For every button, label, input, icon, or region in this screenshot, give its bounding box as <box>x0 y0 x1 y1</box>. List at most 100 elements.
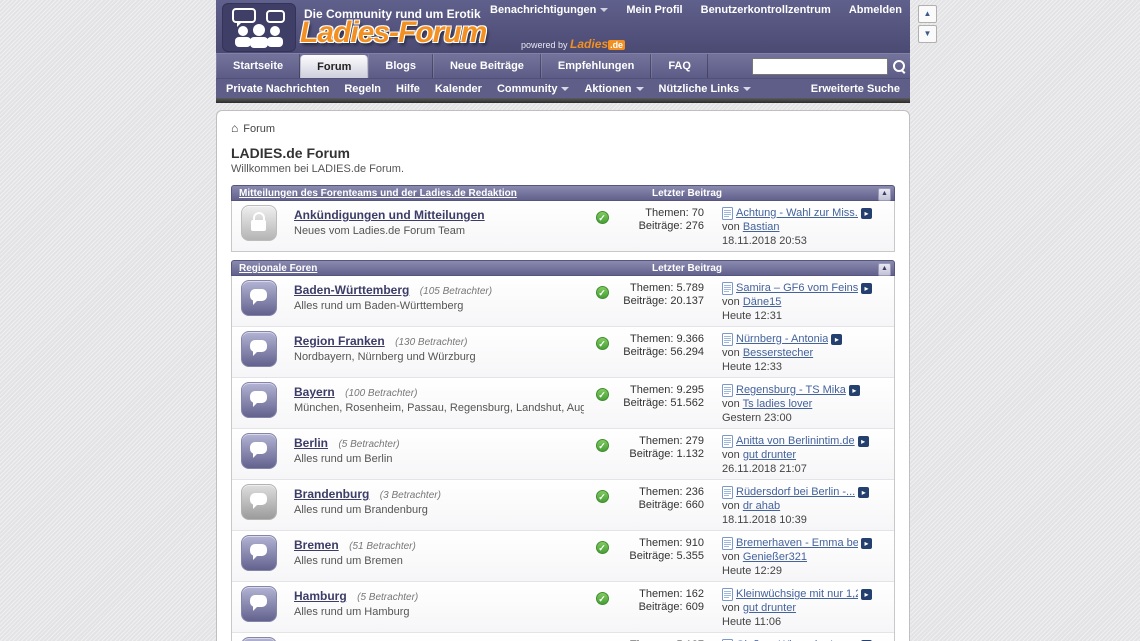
goto-last-post-icon[interactable]: ▸ <box>861 283 872 294</box>
forum-stats: Themen: 5.127 Beiträge: 29.263 <box>616 636 704 641</box>
forum-status-cell: ✓ <box>588 279 616 323</box>
tab-neue-beitraege[interactable]: Neue Beiträge <box>433 54 541 78</box>
collapse-icon[interactable]: ▲ <box>878 263 891 276</box>
nav-nuetzliche-links-menu[interactable]: Nützliche Links <box>659 83 752 95</box>
forum-title-link[interactable]: Bayern <box>294 385 335 399</box>
forum-row: Brandenburg (3 Betrachter) Alles rund um… <box>232 479 894 530</box>
tab-forum[interactable]: Forum <box>300 55 368 78</box>
last-post-user-link[interactable]: dr ahab <box>743 500 780 512</box>
collapse-icon[interactable]: ▲ <box>878 188 891 201</box>
nav-kalender[interactable]: Kalender <box>435 83 482 95</box>
forum-status-icon <box>241 205 277 241</box>
new-posts-check-icon: ✓ <box>596 286 609 299</box>
scroll-top-button[interactable]: ▲ <box>918 5 937 23</box>
forum-status-cell: ✓ <box>588 432 616 476</box>
last-post-by-label: von <box>722 449 740 461</box>
goto-last-post-icon[interactable]: ▸ <box>858 487 869 498</box>
beitraege-count: Beiträge: 51.562 <box>616 397 704 410</box>
nav-private-nachrichten[interactable]: Private Nachrichten <box>226 83 329 95</box>
forum-main-cell: Berlin (5 Betrachter) Alles rund um Berl… <box>288 432 588 476</box>
powered-by: powered by Ladies.de <box>521 37 625 51</box>
last-post-user-link[interactable]: gut drunter <box>743 449 796 461</box>
my-profile-link[interactable]: Mein Profil <box>626 4 682 16</box>
home-icon[interactable]: ⌂ <box>231 121 238 135</box>
advanced-search-link[interactable]: Erweiterte Suche <box>811 83 900 95</box>
last-post-user-link[interactable]: Ts ladies lover <box>743 398 813 410</box>
last-post-title-link[interactable]: Bremerhaven - Emma bei den... <box>736 536 858 550</box>
new-posts-check-icon: ✓ <box>596 592 609 605</box>
tab-startseite[interactable]: Startseite <box>216 54 300 78</box>
forum-row: Baden-Württemberg (105 Betrachter) Alles… <box>232 276 894 326</box>
forum-description: Alles rund um Berlin <box>294 453 584 465</box>
last-post-title-link[interactable]: Kleinwüchsige mit nur 1,20m... <box>736 587 858 601</box>
post-page-icon[interactable] <box>722 207 733 220</box>
forum-title-link[interactable]: Berlin <box>294 436 328 450</box>
last-post-user-link[interactable]: Besserstecher <box>743 347 813 359</box>
last-post-user-link[interactable]: Genießer321 <box>743 551 807 563</box>
last-post-time: Heute 11:06 <box>722 615 890 629</box>
nav-community-menu[interactable]: Community <box>497 83 570 95</box>
post-page-icon[interactable] <box>722 537 733 550</box>
user-cp-link[interactable]: Benutzerkontrollzentrum <box>701 4 831 16</box>
forum-status-icon <box>241 280 277 316</box>
last-post-title-link[interactable]: Regensburg - TS Mika <box>736 383 846 397</box>
nav-aktionen-menu[interactable]: Aktionen <box>584 83 643 95</box>
goto-last-post-icon[interactable]: ▸ <box>849 385 860 396</box>
post-page-icon[interactable] <box>722 282 733 295</box>
goto-last-post-icon[interactable]: ▸ <box>861 589 872 600</box>
nav-regeln[interactable]: Regeln <box>344 83 381 95</box>
notifications-menu[interactable]: Benachrichtigungen <box>490 4 608 16</box>
post-page-icon[interactable] <box>722 435 733 448</box>
last-post-title-link[interactable]: Rüdersdorf bei Berlin -... <box>736 485 855 499</box>
forum-title-link[interactable]: Brandenburg <box>294 487 369 501</box>
powered-brand-tld[interactable]: .de <box>608 40 625 50</box>
main-tab-bar: Startseite Forum Blogs Neue Beiträge Emp… <box>216 53 910 78</box>
forum-row: Hamburg (5 Betrachter) Alles rund um Ham… <box>232 581 894 632</box>
site-logo-text[interactable]: Ladies-Forum <box>300 16 486 50</box>
category-title-link[interactable]: Regionale Foren <box>239 263 317 274</box>
last-post-title-link[interactable]: Achtung - Wahl zur Miss... <box>736 206 858 220</box>
forum-title-link[interactable]: Region Franken <box>294 334 385 348</box>
logo-icon[interactable] <box>222 3 296 52</box>
goto-last-post-icon[interactable]: ▸ <box>831 334 842 345</box>
forum-icon-cell <box>236 381 288 425</box>
forum-title-link[interactable]: Ankündigungen und Mitteilungen <box>294 208 485 222</box>
last-post-title-link[interactable]: Anitta von Berlinintim.de <box>736 434 855 448</box>
tab-blogs[interactable]: Blogs <box>368 54 433 78</box>
nav-hilfe[interactable]: Hilfe <box>396 83 420 95</box>
goto-last-post-icon[interactable]: ▸ <box>861 208 872 219</box>
last-post-by-label: von <box>722 602 740 614</box>
goto-last-post-icon[interactable]: ▸ <box>861 538 872 549</box>
powered-brand[interactable]: Ladies <box>570 37 608 51</box>
last-post-time: 18.11.2018 10:39 <box>722 513 890 527</box>
forum-title-link[interactable]: Bremen <box>294 538 339 552</box>
search-button[interactable] <box>888 54 910 78</box>
breadcrumb-forum-link[interactable]: Forum <box>243 123 275 135</box>
scroll-bottom-button[interactable]: ▼ <box>918 25 937 43</box>
forum-row: Region Franken (130 Betrachter) Nordbaye… <box>232 326 894 377</box>
forum-title-link[interactable]: Hamburg <box>294 589 347 603</box>
post-page-icon[interactable] <box>722 333 733 346</box>
tab-empfehlungen[interactable]: Empfehlungen <box>541 54 651 78</box>
forum-description: München, Rosenheim, Passau, Regensburg, … <box>294 402 584 414</box>
forum-status-icon <box>241 637 277 641</box>
forum-icon-cell <box>236 279 288 323</box>
post-page-icon[interactable] <box>722 384 733 397</box>
last-post-title-link[interactable]: Samira – GF6 vom Feinsten <box>736 281 858 295</box>
logout-link[interactable]: Abmelden <box>849 4 902 16</box>
last-post-user-link[interactable]: Däne15 <box>743 296 782 308</box>
last-post-cell: Rüdersdorf bei Berlin -... ▸ von dr ahab… <box>722 483 890 527</box>
last-post-user-link[interactable]: Bastian <box>743 221 780 233</box>
post-page-icon[interactable] <box>722 588 733 601</box>
forum-title-link[interactable]: Baden-Württemberg <box>294 283 409 297</box>
post-page-icon[interactable] <box>722 486 733 499</box>
last-post-cell: Anitta von Berlinintim.de ▸ von gut drun… <box>722 432 890 476</box>
goto-last-post-icon[interactable]: ▸ <box>858 436 869 447</box>
last-post-user-link[interactable]: gut drunter <box>743 602 796 614</box>
search-input[interactable] <box>752 58 888 75</box>
page-title: LADIES.de Forum <box>231 145 895 161</box>
category-title-link[interactable]: Mitteilungen des Forenteams und der Ladi… <box>239 188 517 199</box>
last-post-title-link[interactable]: Nürnberg - Antonia <box>736 332 828 346</box>
forum-main-cell: Ankündigungen und Mitteilungen Neues vom… <box>288 204 588 248</box>
tab-faq[interactable]: FAQ <box>651 54 708 78</box>
